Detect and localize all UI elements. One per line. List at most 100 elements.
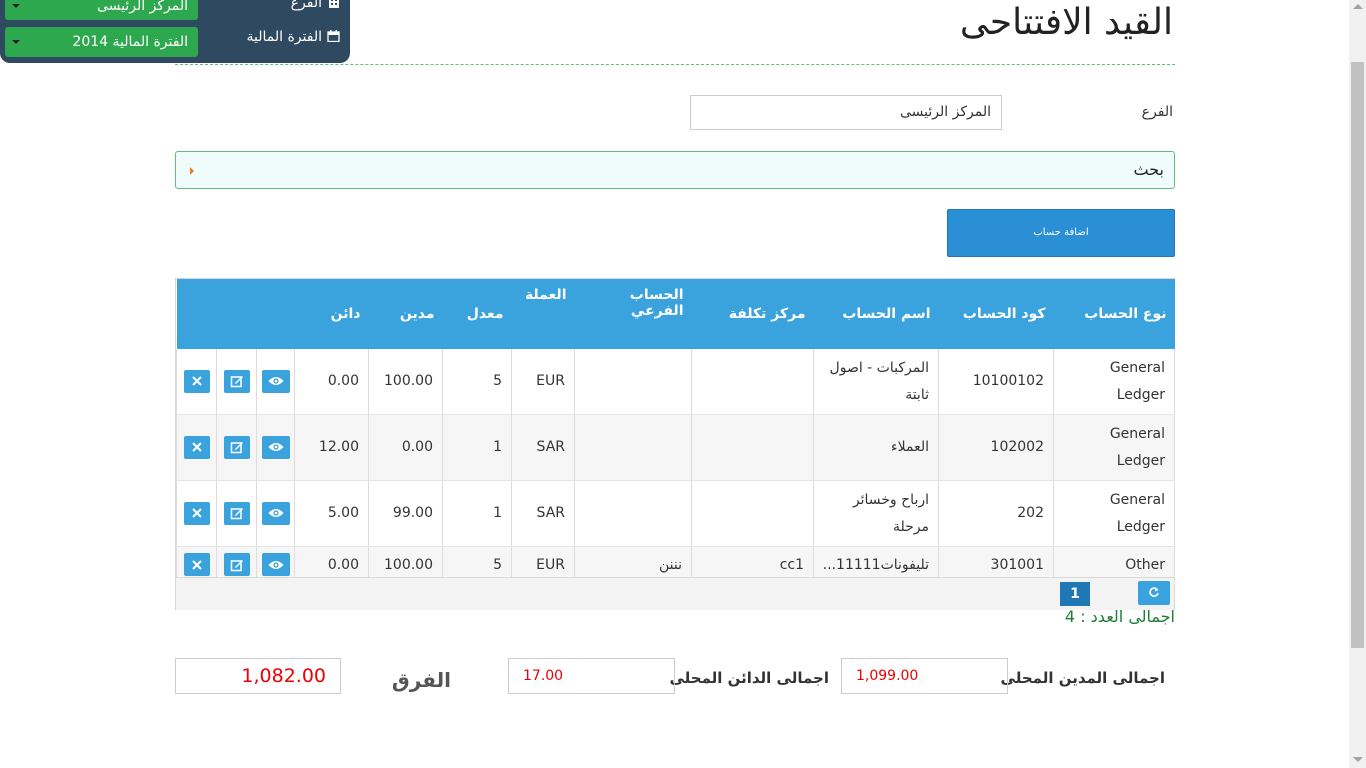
eye-icon	[268, 443, 283, 451]
branch-select-value: المركز الرئيسى	[97, 0, 188, 14]
column-header[interactable]: اسم الحساب	[813, 279, 939, 349]
branch-input[interactable]: المركز الرئيسى	[690, 95, 1002, 130]
table-row[interactable]: General Ledger 102002 العملاء SAR 1 0.00…	[176, 414, 1175, 481]
cell-credit: 12.00	[294, 414, 369, 481]
view-button[interactable]	[261, 435, 290, 459]
edit-button[interactable]	[223, 435, 250, 459]
table-header-row: نوع الحساب كود الحساب اسم الحساب مركز تك…	[176, 279, 1175, 349]
scrollbar-thumb[interactable]	[1351, 62, 1364, 648]
local-debit-label: اجمالى المدين المحلى	[1000, 669, 1165, 687]
topbar-period-label: الفترة المالية	[247, 29, 340, 45]
view-button[interactable]	[261, 553, 290, 576]
edit-button[interactable]	[223, 369, 250, 393]
local-credit-field[interactable]: 17.00	[508, 658, 675, 694]
local-debit-field[interactable]: 1,099.00	[841, 658, 1008, 694]
cell-name: العملاء	[813, 414, 939, 481]
column-header[interactable]: العملة	[511, 279, 575, 349]
cell-code: 202	[938, 480, 1054, 547]
edit-icon	[230, 442, 243, 454]
cell-view	[256, 480, 295, 547]
cell-view	[256, 414, 295, 481]
cell-cost-center	[691, 349, 814, 415]
cell-currency: SAR	[511, 414, 575, 481]
period-select-value: الفترة المالية 2014	[72, 34, 188, 50]
table-row[interactable]: General Ledger 202 ارباح وخسائر مرحلة SA…	[176, 480, 1175, 547]
calendar-icon	[327, 30, 340, 43]
column-header[interactable]: الحساب الفرعي	[574, 279, 692, 349]
difference-label: الفرق	[391, 668, 451, 692]
scroll-down-arrow-icon[interactable]	[1353, 757, 1363, 762]
cell-sub-account	[574, 414, 692, 481]
cell-edit	[216, 349, 257, 415]
cell-cost-center	[691, 480, 814, 547]
actions-header	[256, 279, 295, 349]
cell-code: 10100102	[938, 349, 1054, 415]
page-title: القيد الافتتاحى	[959, 2, 1173, 43]
accounts-grid: نوع الحساب كود الحساب اسم الحساب مركز تك…	[175, 278, 1175, 610]
caret-icon	[190, 167, 194, 175]
delete-button[interactable]	[183, 501, 210, 525]
branch-select[interactable]: المركز الرئيسى	[5, 0, 198, 20]
edit-icon	[230, 376, 243, 388]
difference-field[interactable]: 1,082.00	[175, 658, 341, 694]
actions-header	[176, 279, 217, 349]
grid-pager: 1	[176, 577, 1174, 610]
local-credit-label: اجمالى الدائن المحلى	[669, 669, 829, 687]
cell-rate: 1	[442, 414, 512, 481]
chevron-down-icon	[12, 40, 20, 44]
column-header[interactable]: مركز تكلفة	[691, 279, 814, 349]
view-button[interactable]	[261, 501, 290, 525]
title-divider	[175, 64, 1175, 65]
building-icon	[327, 0, 340, 8]
delete-icon	[191, 559, 202, 570]
column-header[interactable]: كود الحساب	[938, 279, 1054, 349]
cell-view	[256, 349, 295, 415]
cell-credit: 0.00	[294, 349, 369, 415]
refresh-button[interactable]	[1138, 581, 1170, 605]
page-number-button[interactable]: 1	[1060, 582, 1090, 606]
cell-type: General Ledger	[1053, 414, 1175, 481]
add-account-button[interactable]: اضافة حساب	[947, 209, 1175, 257]
edit-button[interactable]	[223, 501, 250, 525]
eye-icon	[268, 560, 283, 569]
cell-currency: SAR	[511, 480, 575, 547]
edit-button[interactable]	[223, 553, 250, 576]
column-header[interactable]: دائن	[294, 279, 369, 349]
cell-name: المركبات - اصول ثابتة	[813, 349, 939, 415]
table-row[interactable]: General Ledger 10100102 المركبات - اصول …	[176, 349, 1175, 415]
column-header[interactable]: مدين	[368, 279, 443, 349]
delete-button[interactable]	[183, 435, 210, 459]
cell-delete	[176, 414, 217, 481]
cell-debit: 100.00	[368, 349, 443, 415]
scroll-up-arrow-icon[interactable]	[1353, 4, 1363, 9]
cell-debit: 99.00	[368, 480, 443, 547]
cell-rate: 5	[442, 349, 512, 415]
eye-icon	[268, 377, 283, 385]
cell-type: General Ledger	[1053, 349, 1175, 415]
cell-name: ارباح وخسائر مرحلة	[813, 480, 939, 547]
delete-icon	[191, 508, 202, 518]
period-select[interactable]: الفترة المالية 2014	[5, 27, 198, 57]
cell-delete	[176, 349, 217, 415]
column-header[interactable]: معدل	[442, 279, 512, 349]
total-count: اجمالى العدد : 4	[1064, 607, 1175, 626]
cell-sub-account	[574, 480, 692, 547]
delete-icon	[191, 442, 202, 452]
actions-header	[216, 279, 257, 349]
topbar-branch-label: الفرع	[291, 0, 340, 11]
view-button[interactable]	[261, 369, 290, 393]
cell-debit: 0.00	[368, 414, 443, 481]
delete-button[interactable]	[183, 369, 210, 393]
delete-button[interactable]	[183, 553, 210, 576]
delete-icon	[191, 376, 202, 386]
cell-edit	[216, 414, 257, 481]
chevron-down-icon	[12, 4, 20, 8]
cell-type: General Ledger	[1053, 480, 1175, 547]
edit-icon	[230, 508, 243, 520]
search-panel-toggle[interactable]: بحث	[175, 151, 1175, 189]
eye-icon	[268, 509, 283, 517]
column-header[interactable]: نوع الحساب	[1053, 279, 1175, 349]
cell-code: 102002	[938, 414, 1054, 481]
branch-label: الفرع	[1141, 104, 1173, 120]
cell-cost-center	[691, 414, 814, 481]
